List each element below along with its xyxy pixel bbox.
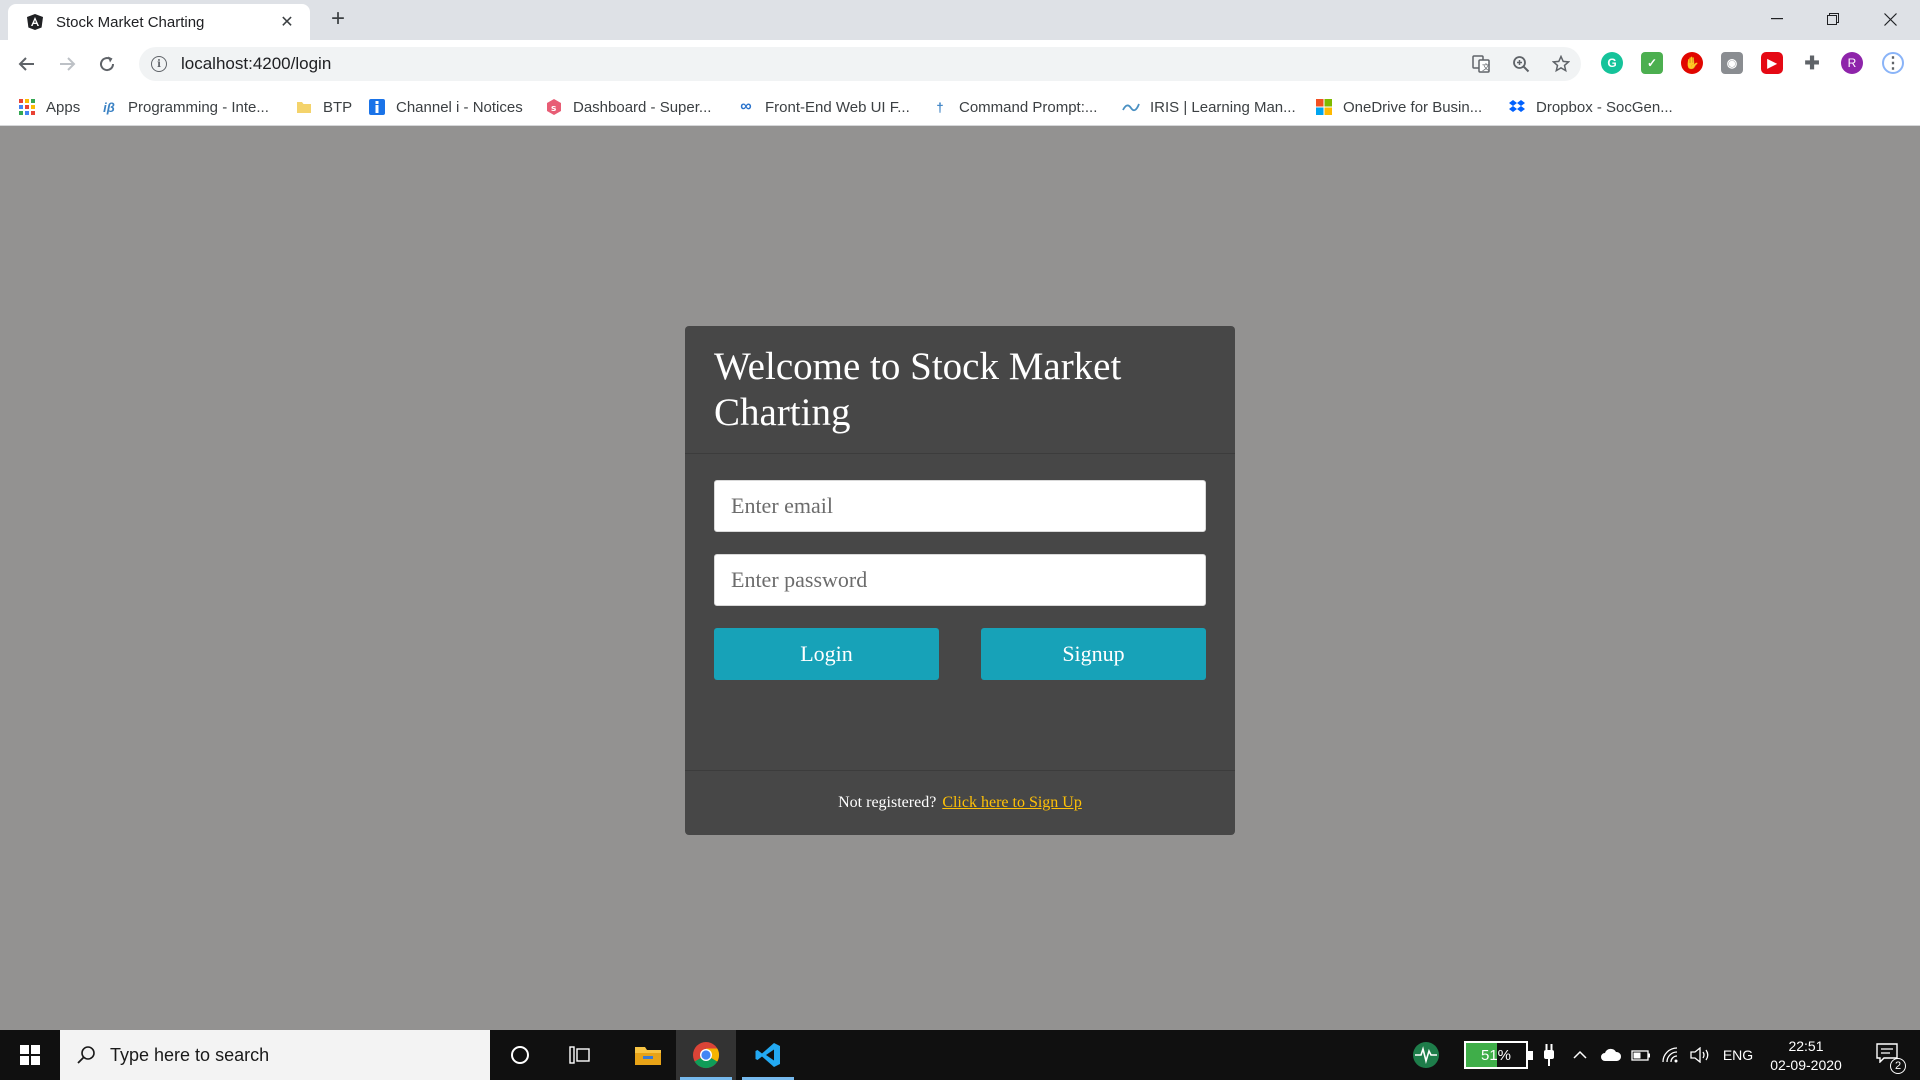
grammarly-icon[interactable]: G xyxy=(1601,52,1623,74)
youtube-icon[interactable]: ▶ xyxy=(1761,52,1783,74)
notification-center-icon[interactable]: 2 xyxy=(1862,1030,1912,1080)
bookmarks-bar: Apps iβ Programming - Inte... BTP Channe… xyxy=(0,88,1920,126)
forward-icon[interactable] xyxy=(51,48,83,80)
bookmark-label: Apps xyxy=(46,98,81,116)
bookmark-label: Channel i - Notices xyxy=(396,98,523,116)
tab-title: Stock Market Charting xyxy=(56,13,205,31)
ib-logo-icon: iβ xyxy=(103,99,115,115)
close-window-icon[interactable] xyxy=(1862,0,1918,38)
signup-link[interactable]: Click here to Sign Up xyxy=(942,794,1082,812)
extension-inbox-icon[interactable]: ✓ xyxy=(1641,52,1663,74)
bookmark-iris[interactable]: IRIS | Learning Man... xyxy=(1122,95,1296,119)
bookmark-label: Command Prompt:... xyxy=(959,98,1098,116)
card-header: Welcome to Stock Market Charting xyxy=(685,326,1235,454)
search-placeholder: Type here to search xyxy=(110,1044,270,1065)
windows-start-icon[interactable] xyxy=(0,1030,60,1080)
card-footer: Not registered? Click here to Sign Up xyxy=(685,770,1235,835)
power-plug-icon[interactable] xyxy=(1535,1030,1563,1080)
bookmark-btp[interactable]: BTP xyxy=(295,95,352,119)
reload-icon[interactable] xyxy=(91,48,123,80)
bookmark-star-icon[interactable] xyxy=(1551,54,1571,74)
site-info-icon[interactable]: i xyxy=(151,56,167,72)
adblock-icon[interactable]: ✋ xyxy=(1681,52,1703,74)
url-text[interactable]: localhost:4200/login xyxy=(181,54,331,74)
minimize-icon[interactable] xyxy=(1749,0,1805,38)
task-view-icon[interactable] xyxy=(556,1030,604,1080)
login-card: Welcome to Stock Market Charting Login S… xyxy=(685,326,1235,835)
browser-tab[interactable]: Stock Market Charting ✕ xyxy=(8,4,310,40)
email-field[interactable] xyxy=(714,480,1206,532)
bookmark-channel-i[interactable]: Channel i - Notices xyxy=(368,95,523,119)
bookmark-label: Dropbox - SocGen... xyxy=(1536,98,1673,116)
iris-icon xyxy=(1122,98,1140,116)
search-icon xyxy=(76,1045,96,1065)
bookmark-dashboard[interactable]: s Dashboard - Super... xyxy=(545,95,711,119)
apps-grid-icon xyxy=(18,98,36,116)
bookmark-command-prompt[interactable]: † Command Prompt:... xyxy=(931,95,1097,119)
password-field[interactable] xyxy=(714,554,1206,606)
tab-strip: Stock Market Charting ✕ + xyxy=(0,0,1920,40)
supermemo-icon: s xyxy=(545,98,563,116)
bookmark-label: BTP xyxy=(323,98,353,116)
vscode-icon[interactable] xyxy=(738,1030,798,1080)
restore-icon[interactable] xyxy=(1805,0,1861,38)
login-button[interactable]: Login xyxy=(714,628,939,680)
chrome-taskbar-icon[interactable] xyxy=(676,1030,736,1080)
chevron-up-icon[interactable] xyxy=(1568,1030,1592,1080)
svg-text:s: s xyxy=(551,104,556,114)
taskbar: Type here to search 51% ENG 22:51 02-09-… xyxy=(0,1030,1920,1080)
address-bar[interactable]: i localhost:4200/login 文 xyxy=(139,47,1581,81)
translate-icon[interactable]: 文 xyxy=(1471,54,1491,74)
onedrive-cloud-icon[interactable] xyxy=(1598,1030,1624,1080)
browser-toolbar: i localhost:4200/login 文 G ✓ ✋ ◉ ▶ ✚ R ⋮ xyxy=(0,40,1920,88)
menu-kebab-icon[interactable]: ⋮ xyxy=(1882,52,1904,74)
bookmark-label: IRIS | Learning Man... xyxy=(1150,98,1296,116)
bookmark-label: Programming - Inte... xyxy=(128,98,269,116)
card-body: Login Signup xyxy=(685,454,1235,770)
cortana-icon[interactable] xyxy=(496,1030,544,1080)
button-row: Login Signup xyxy=(714,628,1206,680)
wifi-icon[interactable] xyxy=(1658,1030,1684,1080)
pin-icon: † xyxy=(936,99,944,115)
dropbox-icon xyxy=(1508,98,1526,116)
language-indicator[interactable]: ENG xyxy=(1718,1030,1758,1080)
bookmark-apps[interactable]: Apps xyxy=(18,95,80,119)
battery-percent: 51% xyxy=(1480,1046,1512,1064)
channel-i-icon xyxy=(368,98,386,116)
coursera-icon: ∞ xyxy=(740,98,752,115)
activity-monitor-icon[interactable] xyxy=(1408,1030,1444,1080)
zoom-icon[interactable] xyxy=(1511,54,1531,74)
battery-indicator[interactable]: 51% xyxy=(1460,1030,1533,1080)
back-icon[interactable] xyxy=(11,48,43,80)
bookmark-programming[interactable]: iβ Programming - Inte... xyxy=(100,95,269,119)
clock-date: 02-09-2020 xyxy=(1770,1056,1842,1073)
bookmark-label: Dashboard - Super... xyxy=(573,98,712,116)
taskbar-search[interactable]: Type here to search xyxy=(60,1030,490,1080)
notification-count: 2 xyxy=(1890,1057,1906,1074)
bookmark-onedrive[interactable]: OneDrive for Busin... xyxy=(1315,95,1482,119)
bookmark-label: OneDrive for Busin... xyxy=(1343,98,1483,116)
microsoft-icon xyxy=(1315,98,1333,116)
bookmark-dropbox[interactable]: Dropbox - SocGen... xyxy=(1508,95,1673,119)
extensions-puzzle-icon[interactable]: ✚ xyxy=(1801,52,1823,74)
folder-icon xyxy=(295,98,313,116)
clock-time: 22:51 xyxy=(1788,1037,1824,1054)
angular-icon xyxy=(25,12,45,32)
battery-status-icon[interactable] xyxy=(1628,1030,1654,1080)
close-tab-icon[interactable]: ✕ xyxy=(276,11,298,33)
file-explorer-icon[interactable] xyxy=(620,1030,676,1080)
signup-button[interactable]: Signup xyxy=(981,628,1206,680)
new-tab-icon[interactable]: + xyxy=(326,7,350,32)
bookmark-label: Front-End Web UI F... xyxy=(765,98,910,116)
not-registered-text: Not registered? xyxy=(838,794,937,811)
profile-avatar[interactable]: R xyxy=(1841,52,1863,74)
volume-icon[interactable] xyxy=(1688,1030,1714,1080)
screenshot-icon[interactable]: ◉ xyxy=(1721,52,1743,74)
clock[interactable]: 22:51 02-09-2020 xyxy=(1764,1030,1848,1080)
bookmark-front-end[interactable]: ∞ Front-End Web UI F... xyxy=(737,95,910,119)
page-title: Welcome to Stock Market Charting xyxy=(714,345,1122,434)
svg-text:文: 文 xyxy=(1482,62,1490,72)
